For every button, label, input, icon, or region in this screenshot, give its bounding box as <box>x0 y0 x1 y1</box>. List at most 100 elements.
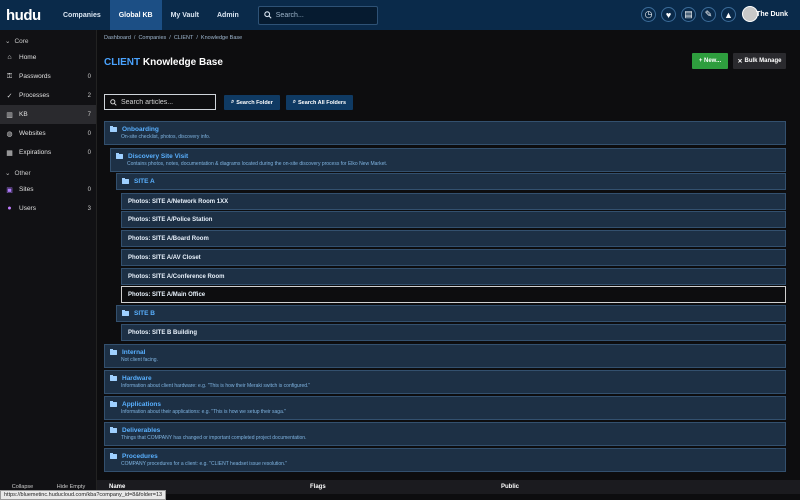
folder-name: Hardware <box>122 375 152 382</box>
folder-site-a[interactable]: SITE A <box>116 173 786 190</box>
sidebar-section-other[interactable]: ⌄ Other <box>0 162 96 180</box>
calendar-icon: ▦ <box>6 149 13 157</box>
folder-description: On-site checklist, photos, discovery inf… <box>121 134 211 140</box>
tools-icon[interactable]: ✎ <box>701 7 716 22</box>
folder-hardware[interactable]: Hardware Information about client hardwa… <box>104 370 786 394</box>
article-title: Photos: SITE B Building <box>128 329 197 336</box>
kb-icon: ▥ <box>6 111 13 119</box>
folder-name: Internal <box>122 349 146 356</box>
page-title-text: Knowledge Base <box>142 57 223 68</box>
folder-discovery-site-visit[interactable]: Discovery Site Visit Contains photos, no… <box>110 148 786 172</box>
folder-name: Applications <box>122 401 162 408</box>
article-title: Photos: SITE A/Network Room 1XX <box>128 198 229 205</box>
sidebar-item-passwords[interactable]: ⚿ Passwords 0 <box>0 67 96 86</box>
nav-my-vault[interactable]: My Vault <box>162 0 208 30</box>
article-row-selected[interactable]: Photos: SITE A/Main Office <box>121 286 786 303</box>
folder-description: Contains photos, notes, documentation & … <box>127 161 388 167</box>
folder-onboarding[interactable]: Onboarding On-site checklist, photos, di… <box>104 121 786 145</box>
article-row[interactable]: Photos: SITE A/Police Station <box>121 211 786 228</box>
sidebar-item-processes[interactable]: ✓ Processes 2 <box>0 86 96 105</box>
article-title: Photos: SITE A/Board Room <box>128 235 209 242</box>
search-folder-button[interactable]: ⌕ Search Folder <box>224 95 280 110</box>
article-search-field[interactable] <box>104 94 216 110</box>
sidebar-section-core[interactable]: ⌄ Core <box>0 30 96 48</box>
sidebar-item-label: KB <box>19 111 28 118</box>
article-row[interactable]: Photos: SITE A/Network Room 1XX <box>121 193 786 210</box>
search-icon: ⌕ <box>292 99 296 105</box>
folder-name: Discovery Site Visit <box>128 153 189 160</box>
sidebar-item-count: 0 <box>87 73 91 80</box>
bulk-manage-button[interactable]: ✕ Bulk Manage <box>733 53 786 69</box>
bulk-manage-label: Bulk Manage <box>744 58 782 64</box>
sidebar-item-kb[interactable]: ▥ KB 7 <box>0 105 96 124</box>
folder-description: COMPANY procedures for a client: e.g. "C… <box>121 461 288 467</box>
search-icon <box>110 98 117 106</box>
breadcrumb-client[interactable]: CLIENT <box>174 35 194 41</box>
process-icon: ✓ <box>6 92 13 100</box>
nav-global-kb[interactable]: Global KB <box>109 0 162 30</box>
nav-admin[interactable]: Admin <box>208 0 248 30</box>
article-search-input[interactable] <box>121 98 211 106</box>
article-row[interactable]: Photos: SITE B Building <box>121 324 786 341</box>
breadcrumb-knowledge-base: Knowledge Base <box>200 35 243 41</box>
column-header-flags[interactable]: Flags <box>310 484 326 490</box>
folder-icon <box>110 348 117 355</box>
articles-table-header: Name Flags Public <box>97 480 800 494</box>
column-header-public[interactable]: Public <box>501 484 519 490</box>
hudu-logo[interactable]: hudu <box>0 7 54 24</box>
sidebar-item-websites[interactable]: ◍ Websites 0 <box>0 124 96 143</box>
chevron-down-icon: ⌄ <box>5 38 11 45</box>
sidebar-item-sites[interactable]: ▣ Sites 0 <box>0 180 96 199</box>
breadcrumb: Dashboard / Companies / CLIENT / Knowled… <box>104 35 242 41</box>
clock-icon[interactable]: ◷ <box>641 7 656 22</box>
global-search-input[interactable]: Search... <box>257 5 378 25</box>
heart-icon[interactable]: ♥ <box>661 7 676 22</box>
folder-internal[interactable]: Internal Not client facing. <box>104 344 786 368</box>
folder-applications[interactable]: Applications Information about their app… <box>104 396 786 420</box>
chevron-down-icon: ⌄ <box>5 170 11 177</box>
article-row[interactable]: Photos: SITE A/Conference Room <box>121 268 786 285</box>
article-title: Photos: SITE A/Police Station <box>128 216 213 223</box>
folder-procedures[interactable]: Procedures COMPANY procedures for a clie… <box>104 448 786 472</box>
folder-deliverables[interactable]: Deliverables Things that COMPANY has cha… <box>104 422 786 446</box>
page-title-client[interactable]: CLIENT <box>104 57 140 68</box>
breadcrumb-companies[interactable]: Companies <box>138 35 166 41</box>
article-row[interactable]: Photos: SITE A/Board Room <box>121 230 786 247</box>
search-icon <box>264 11 272 19</box>
global-search-placeholder: Search... <box>275 11 304 19</box>
search-all-folders-label: Search All Folders <box>298 99 347 106</box>
graduation-cap-icon[interactable]: ▲ <box>721 7 736 22</box>
folder-name: Deliverables <box>122 427 161 434</box>
user-name[interactable]: The Dunk <box>756 11 788 18</box>
book-icon[interactable]: ▤ <box>681 7 696 22</box>
folder-site-b[interactable]: SITE B <box>116 305 786 322</box>
breadcrumb-separator: / <box>133 35 136 41</box>
search-folder-label: Search Folder <box>236 99 273 106</box>
home-icon: ⌂ <box>7 54 12 61</box>
user-icon: ● <box>7 205 12 212</box>
sidebar-item-label: Expirations <box>19 149 52 156</box>
folder-icon <box>110 400 117 407</box>
folder-name: SITE B <box>134 310 155 317</box>
tools-icon: ✕ <box>737 58 743 65</box>
nav-companies[interactable]: Companies <box>54 0 110 30</box>
sidebar-item-home[interactable]: ⌂ Home <box>0 48 96 67</box>
sidebar-item-count: 7 <box>87 111 91 118</box>
folder-name: SITE A <box>134 178 155 185</box>
search-all-folders-button[interactable]: ⌕ Search All Folders <box>286 95 353 110</box>
sidebar-item-expirations[interactable]: ▦ Expirations 0 <box>0 143 96 162</box>
globe-icon: ◍ <box>6 130 13 138</box>
sidebar-item-label: Sites <box>19 186 34 193</box>
sidebar-item-users[interactable]: ● Users 3 <box>0 199 96 218</box>
article-row[interactable]: Photos: SITE A/AV Closet <box>121 249 786 266</box>
folder-description: Information about client hardware: e.g. … <box>121 383 311 389</box>
sidebar-item-count: 0 <box>87 149 91 156</box>
folder-icon <box>110 452 117 459</box>
sidebar: ⌄ Core ⌂ Home ⚿ Passwords 0 ✓ Processes … <box>0 30 97 500</box>
sidebar-item-label: Users <box>19 205 36 212</box>
new-button[interactable]: + New... <box>692 53 728 69</box>
breadcrumb-separator: / <box>169 35 171 41</box>
breadcrumb-dashboard[interactable]: Dashboard <box>104 35 131 41</box>
article-title: Photos: SITE A/Main Office <box>128 291 206 298</box>
search-icon: ⌕ <box>231 99 235 105</box>
